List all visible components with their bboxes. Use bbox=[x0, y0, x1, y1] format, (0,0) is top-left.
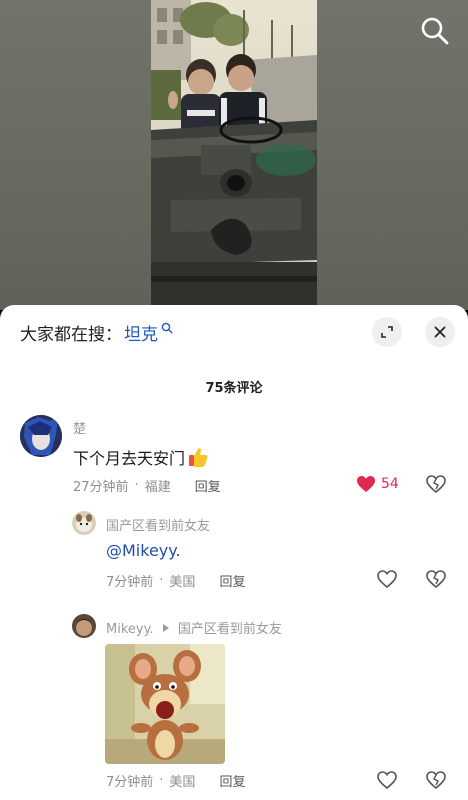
sticker-image[interactable] bbox=[105, 644, 225, 764]
expand-icon bbox=[381, 326, 393, 338]
reply-mention-text[interactable]: @Mikeyy. bbox=[106, 541, 181, 560]
reply-meta: 7分钟前 · 美国 回复 bbox=[106, 771, 246, 790]
reply-username[interactable]: 国产区看到前女友 bbox=[106, 515, 210, 534]
reply-location: 美国 bbox=[169, 575, 196, 590]
comments-count: 75条评论 bbox=[205, 381, 263, 396]
reply-meta: 7分钟前 · 美国 回复 bbox=[106, 571, 246, 590]
dislike-icon[interactable] bbox=[426, 771, 446, 789]
reply-button[interactable]: 回复 bbox=[219, 571, 245, 590]
video-player[interactable] bbox=[0, 0, 468, 310]
avatar[interactable] bbox=[72, 614, 96, 638]
reply-username[interactable]: Mikeyy. bbox=[106, 622, 154, 637]
reply-location: 美国 bbox=[169, 775, 196, 790]
trending-search-keyword[interactable]: 坦克 bbox=[124, 320, 158, 345]
reply-arrow-icon bbox=[162, 624, 169, 632]
comment-username[interactable]: 楚 bbox=[73, 418, 86, 437]
video-frame bbox=[151, 0, 317, 310]
reply-header: Mikeyy. 国产区看到前女友 bbox=[106, 618, 282, 637]
reply-button[interactable]: 回复 bbox=[195, 476, 221, 495]
heart-outline-icon[interactable] bbox=[377, 570, 397, 588]
video-scene-illustration bbox=[151, 0, 317, 310]
like-button[interactable]: 54 bbox=[356, 475, 399, 493]
close-button[interactable] bbox=[425, 317, 455, 347]
reply-to-username[interactable]: 国产区看到前女友 bbox=[178, 622, 282, 637]
dislike-icon[interactable] bbox=[426, 475, 446, 493]
expand-button[interactable] bbox=[372, 317, 402, 347]
avatar[interactable] bbox=[20, 415, 62, 457]
search-icon bbox=[161, 322, 173, 334]
comment-text: 下个月去天安门 bbox=[73, 445, 209, 469]
close-icon bbox=[434, 326, 446, 338]
trending-search-prefix: 大家都在搜： bbox=[20, 324, 122, 345]
comment-location: 福建 bbox=[144, 480, 171, 495]
comment-sheet: 大家都在搜： 坦克 75条评论 楚 下个月去天安门 27分钟前 · 福建 回复 … bbox=[0, 305, 468, 800]
video-blur-left bbox=[0, 0, 151, 310]
avatar[interactable] bbox=[72, 511, 96, 535]
like-count: 54 bbox=[381, 476, 399, 492]
thumbs-up-emoji-icon bbox=[189, 448, 208, 467]
heart-filled-icon bbox=[357, 476, 375, 492]
comment-text-content: 下个月去天安门 bbox=[73, 449, 186, 468]
dislike-icon[interactable] bbox=[426, 570, 446, 588]
comment-time: 27分钟前 bbox=[73, 480, 129, 495]
heart-outline-icon[interactable] bbox=[377, 771, 397, 789]
comment-meta: 27分钟前 · 福建 回复 bbox=[73, 476, 221, 495]
trending-search-bar[interactable]: 大家都在搜： 坦克 bbox=[20, 319, 173, 345]
reply-time: 7分钟前 bbox=[106, 575, 154, 590]
reply-time: 7分钟前 bbox=[106, 775, 154, 790]
reply-button[interactable]: 回复 bbox=[219, 771, 245, 790]
search-icon[interactable] bbox=[418, 14, 452, 48]
jerry-mouse-sticker bbox=[105, 644, 225, 764]
